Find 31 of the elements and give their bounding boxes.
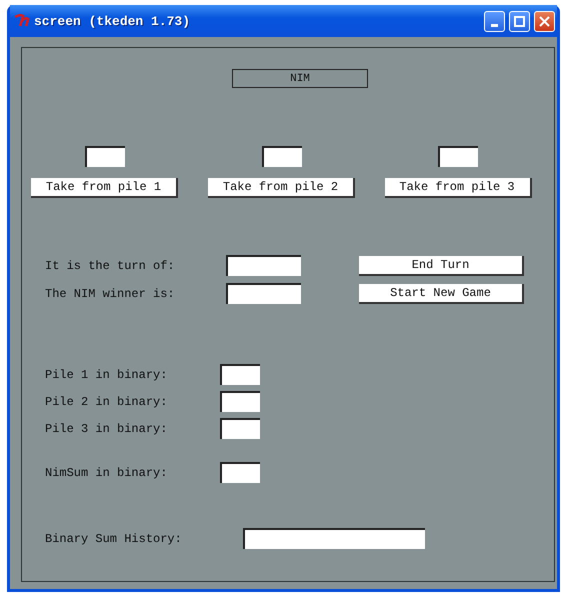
binary-field[interactable]	[220, 364, 260, 385]
app-icon	[14, 14, 30, 28]
status-label: The NIM winner is:	[45, 286, 176, 300]
history-label: Binary Sum History:	[45, 532, 183, 546]
binary-label: Pile 3 in binary:	[45, 422, 168, 436]
nimsum-label: NimSum in binary:	[45, 466, 168, 480]
status-field[interactable]	[226, 283, 301, 304]
minimize-icon	[491, 24, 498, 26]
status-field[interactable]	[226, 255, 301, 276]
pile-field[interactable]	[438, 146, 478, 167]
status-label: It is the turn of:	[45, 258, 176, 272]
binary-field[interactable]	[220, 391, 260, 412]
close-icon	[539, 16, 550, 26]
game-heading: NIM	[232, 69, 368, 88]
action-button[interactable]: Start New Game	[359, 284, 524, 304]
take-button[interactable]: Take from pile 1	[31, 178, 178, 198]
pile-field[interactable]	[262, 146, 302, 167]
binary-field[interactable]	[220, 418, 260, 439]
take-button[interactable]: Take from pile 2	[208, 178, 355, 198]
maximize-button[interactable]	[509, 10, 530, 32]
binary-label: Pile 2 in binary:	[45, 394, 168, 408]
action-button[interactable]: End Turn	[359, 256, 524, 276]
take-button[interactable]: Take from pile 3	[384, 178, 532, 198]
binary-label: Pile 1 in binary:	[45, 368, 168, 382]
nimsum-field[interactable]	[220, 462, 260, 483]
minimize-button[interactable]	[484, 10, 505, 32]
close-button[interactable]	[534, 10, 555, 32]
pile-field[interactable]	[84, 146, 124, 167]
window-title: screen (tkeden 1.73)	[34, 14, 192, 28]
history-field[interactable]	[243, 528, 425, 549]
maximize-icon	[514, 16, 525, 26]
